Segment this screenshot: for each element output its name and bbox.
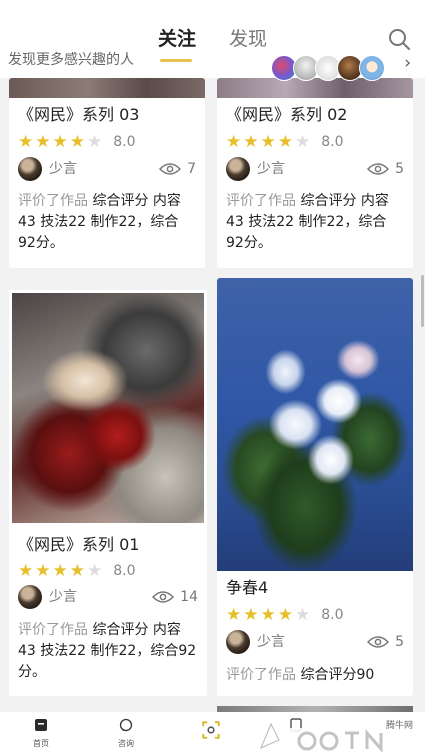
score: 8.0 (113, 563, 136, 579)
tab-follow[interactable]: 关注 (158, 26, 196, 52)
star-icon: ★ (35, 132, 51, 152)
review-text: 评价了作品 综合评分 内容43 技法22 制作22，综合92分。 (226, 191, 404, 254)
author-row[interactable]: 少言 5 (226, 157, 404, 183)
chevron-right-icon[interactable]: › (404, 53, 411, 73)
star-icon: ★ (226, 605, 242, 625)
chat-icon (119, 718, 133, 732)
author-avatar[interactable] (18, 157, 42, 181)
star-icon: ★ (69, 132, 85, 152)
view-count-value: 5 (395, 634, 404, 650)
view-count-value: 14 (180, 589, 198, 605)
discover-people-text[interactable]: 发现更多感兴趣的人 (8, 49, 134, 71)
view-count-value: 7 (187, 161, 196, 177)
author-avatar[interactable] (226, 157, 250, 181)
eye-icon (367, 636, 390, 648)
view-count: 5 (367, 159, 404, 179)
star-icon: ★ (18, 561, 34, 581)
star-icon: ★ (243, 132, 259, 152)
review-text: 评价了作品 综合评分 内容43 技法22 制作22，综合92分。 (18, 620, 198, 683)
star-icon: ★ (260, 605, 276, 625)
scan-icon (202, 721, 220, 739)
view-count: 14 (152, 587, 198, 607)
review-text: 评价了作品 综合评分 内容43 技法22 制作22，综合92分。 (18, 191, 196, 254)
star-icon: ★ (52, 561, 68, 581)
view-count-value: 5 (395, 161, 404, 177)
star-icon: ★ (69, 561, 85, 581)
top-header: 关注 发现 发现更多感兴趣的人 › (0, 0, 425, 81)
rating-row: ★ ★ ★ ★ ★ 8.0 (226, 605, 344, 625)
author-avatar[interactable] (226, 630, 250, 654)
score: 8.0 (321, 607, 344, 623)
work-title[interactable]: 《网民》系列 02 (226, 104, 347, 126)
artwork-image[interactable] (9, 78, 205, 98)
review-body: 综合评分90 (300, 667, 375, 683)
watermark-cn-text: 腾牛网 (385, 721, 413, 731)
score: 8.0 (321, 134, 344, 150)
author-avatar[interactable] (18, 585, 42, 609)
author-name[interactable]: 少言 (257, 632, 285, 652)
scrollbar[interactable] (421, 275, 424, 327)
author-name[interactable]: 少言 (49, 587, 77, 607)
author-name[interactable]: 少言 (49, 159, 77, 179)
review-text: 评价了作品 综合评分90 (226, 665, 404, 686)
star-icon: ★ (35, 561, 51, 581)
artwork-image[interactable] (217, 278, 413, 571)
nav-scan[interactable] (181, 712, 241, 756)
rating-row: ★ ★ ★ ★ ★ 8.0 (18, 561, 136, 581)
star-icon: ★ (226, 132, 242, 152)
active-tab-indicator (160, 59, 192, 62)
author-row[interactable]: 少言 7 (18, 157, 196, 183)
review-prefix: 评价了作品 (226, 193, 296, 209)
work-title[interactable]: 《网民》系列 01 (18, 534, 139, 556)
eye-icon (152, 591, 175, 603)
star-icon: ★ (277, 132, 293, 152)
star-empty-icon: ★ (87, 132, 103, 152)
suggested-users[interactable] (271, 55, 391, 81)
review-prefix: 评价了作品 (18, 193, 88, 209)
star-icon: ★ (243, 605, 259, 625)
nav-consult[interactable]: 咨询 (96, 712, 156, 756)
review-prefix: 评价了作品 (226, 667, 296, 683)
eye-icon (367, 163, 390, 175)
author-row[interactable]: 少言 14 (18, 585, 198, 611)
work-card[interactable]: 争春4 ★ ★ ★ ★ ★ 8.0 少言 5 评价了作品 综合评分90 (217, 278, 413, 696)
work-title[interactable]: 争春4 (226, 577, 268, 599)
view-count: 5 (367, 632, 404, 652)
rating-row: ★ ★ ★ ★ ★ 8.0 (226, 132, 344, 152)
avatar[interactable] (359, 55, 385, 81)
artwork-image[interactable] (217, 78, 413, 98)
tab-discover[interactable]: 发现 (229, 26, 267, 52)
star-icon: ★ (52, 132, 68, 152)
star-icon: ★ (18, 132, 34, 152)
nav-home-label: 首页 (33, 739, 49, 748)
work-card[interactable]: 《网民》系列 01 ★ ★ ★ ★ ★ 8.0 少言 14 评价了作品 综合评分… (9, 290, 207, 696)
app-root: 关注 发现 发现更多感兴趣的人 › 《网民》系列 03 ★ ★ ★ ★ ★ 8.… (0, 0, 425, 756)
star-empty-icon: ★ (295, 132, 311, 152)
artwork-image[interactable] (12, 293, 204, 523)
score: 8.0 (113, 134, 136, 150)
star-empty-icon: ★ (87, 561, 103, 581)
star-icon: ★ (277, 605, 293, 625)
work-title[interactable]: 《网民》系列 03 (18, 104, 139, 126)
search-icon[interactable] (387, 27, 411, 51)
view-count: 7 (159, 159, 196, 179)
eye-icon (159, 163, 182, 175)
work-card[interactable]: 《网民》系列 03 ★ ★ ★ ★ ★ 8.0 少言 7 评价了作品 综合评分 … (9, 78, 205, 268)
author-name[interactable]: 少言 (257, 159, 285, 179)
star-icon: ★ (260, 132, 276, 152)
review-prefix: 评价了作品 (18, 622, 88, 638)
star-empty-icon: ★ (295, 605, 311, 625)
watermark-logo: 腾牛网 (255, 714, 425, 756)
author-row[interactable]: 少言 5 (226, 630, 404, 656)
home-icon (35, 719, 47, 731)
nav-home[interactable]: 首页 (11, 712, 71, 756)
rating-row: ★ ★ ★ ★ ★ 8.0 (18, 132, 136, 152)
nav-consult-label: 咨询 (118, 739, 134, 748)
work-card[interactable]: 《网民》系列 02 ★ ★ ★ ★ ★ 8.0 少言 5 评价了作品 综合评分 … (217, 78, 413, 268)
